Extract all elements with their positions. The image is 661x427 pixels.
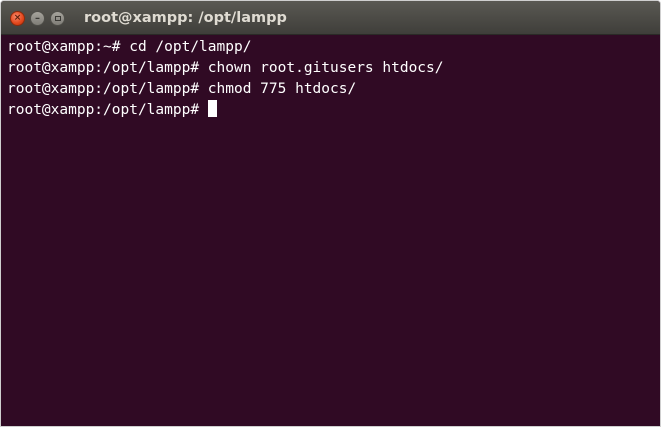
prompt: root@xampp:/opt/lampp# bbox=[7, 102, 208, 118]
minimize-icon: – bbox=[35, 12, 40, 24]
command: chown root.gitusers htdocs/ bbox=[207, 60, 444, 76]
window-title: root@xampp: /opt/lampp bbox=[84, 10, 287, 26]
terminal-line: root@xampp:~# cd /opt/lampp/ bbox=[7, 37, 660, 58]
close-icon: × bbox=[13, 13, 22, 23]
prompt: root@xampp:/opt/lampp# bbox=[7, 60, 208, 76]
text-cursor bbox=[207, 100, 217, 117]
terminal-output[interactable]: root@xampp:~# cd /opt/lampp/ root@xampp:… bbox=[1, 35, 660, 426]
terminal-line: root@xampp:/opt/lampp# bbox=[7, 100, 660, 121]
title-bar[interactable]: × – root@xampp: /opt/lampp bbox=[1, 1, 660, 35]
terminal-line: root@xampp:/opt/lampp# chmod 775 htdocs/ bbox=[7, 79, 660, 100]
maximize-icon bbox=[54, 16, 61, 21]
minimize-button[interactable]: – bbox=[30, 11, 45, 26]
close-button[interactable]: × bbox=[10, 11, 25, 26]
command: cd /opt/lampp/ bbox=[129, 39, 252, 55]
terminal-line: root@xampp:/opt/lampp# chown root.gituse… bbox=[7, 58, 660, 79]
prompt: root@xampp:~# bbox=[7, 39, 130, 55]
maximize-button[interactable] bbox=[50, 11, 65, 26]
prompt: root@xampp:/opt/lampp# bbox=[7, 81, 208, 97]
command: chmod 775 htdocs/ bbox=[207, 81, 357, 97]
terminal-window: × – root@xampp: /opt/lampp root@xampp:~#… bbox=[0, 0, 661, 427]
